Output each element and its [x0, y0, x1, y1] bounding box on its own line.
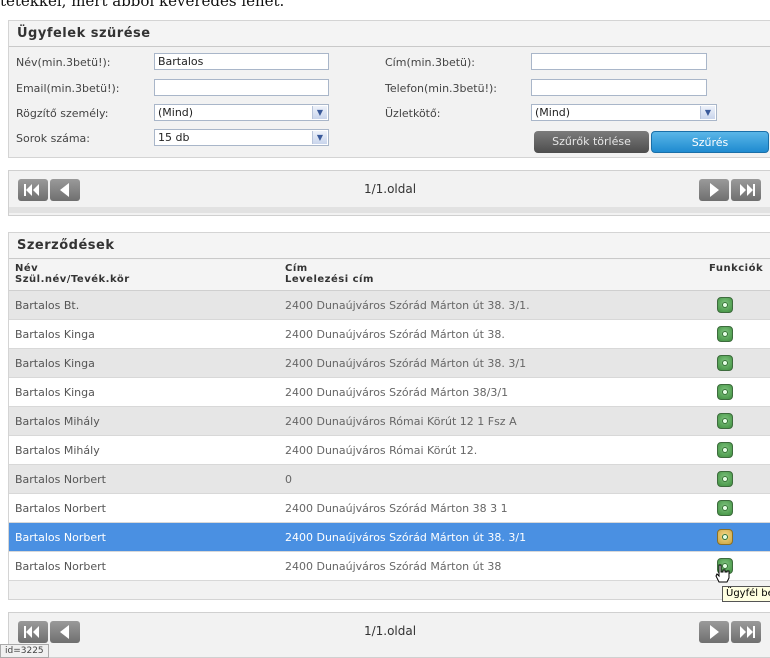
- function-icon[interactable]: [717, 529, 733, 545]
- col-name-title: Név: [15, 263, 39, 274]
- contracts-panel: Szerződések Név Szül.név/Tevék.kör Cím L…: [8, 232, 770, 600]
- status-bar: id=3225: [0, 644, 49, 658]
- filter-row-recorder-contractor: Rögzítő személy: (Mind) ▼ Üzletkötő: (Mi…: [9, 104, 770, 122]
- col-address-subtitle: Levelezési cím: [285, 274, 374, 285]
- table-header: Név Szül.név/Tevék.kör Cím Levelezési cí…: [9, 260, 770, 291]
- filter-row-name-address: Név(min.3betü!): Bartalos Cím(min.3betü)…: [9, 53, 770, 71]
- table-row[interactable]: Bartalos Norbert 2400 Dunaújváros Szórád …: [9, 494, 770, 523]
- rows-label: Sorok száma:: [16, 132, 90, 145]
- function-icon[interactable]: [717, 384, 733, 400]
- last-page-icon[interactable]: [731, 179, 761, 201]
- row-name: Bartalos Norbert: [15, 502, 106, 515]
- table-row[interactable]: Bartalos Bt. 2400 Dunaújváros Szórád Márt…: [9, 291, 770, 320]
- row-address: 2400 Dunaújváros Római Körút 12 1 Fsz A: [285, 415, 517, 428]
- next-page-icon[interactable]: [699, 621, 729, 643]
- name-label: Név(min.3betü!):: [16, 56, 111, 69]
- row-address: 2400 Dunaújváros Szórád Márton út 38: [285, 560, 502, 573]
- row-address: 2400 Dunaújváros Szórád Márton 38 3 1: [285, 502, 508, 515]
- row-name: Bartalos Norbert: [15, 473, 106, 486]
- phone-label: Telefon(min.3betü!):: [385, 82, 497, 95]
- email-label: Email(min.3betü!):: [16, 82, 120, 95]
- col-functions-header: Funkciók: [709, 263, 764, 274]
- row-name: Bartalos Norbert: [15, 560, 106, 573]
- recorder-select-value: (Mind): [158, 106, 194, 119]
- table-row[interactable]: Bartalos Norbert 2400 Dunaújváros Szórád …: [9, 552, 770, 581]
- function-icon[interactable]: [717, 500, 733, 516]
- chevron-down-icon: ▼: [700, 106, 715, 119]
- phone-input[interactable]: [531, 79, 707, 96]
- rows-select-value: 15 db: [158, 131, 190, 144]
- recorder-label: Rögzítő személy:: [16, 107, 109, 120]
- function-icon[interactable]: [717, 326, 733, 342]
- row-address: 2400 Dunaújváros Szórád Márton út 38. 3/…: [285, 357, 527, 370]
- table-row[interactable]: Bartalos Norbert 0: [9, 465, 770, 494]
- chevron-down-icon: ▼: [312, 131, 327, 144]
- filter-button[interactable]: Szűrés: [651, 131, 769, 153]
- hand-cursor-icon: [715, 564, 730, 583]
- pager-bottom: 1/1.oldal: [8, 612, 770, 658]
- col-name-header: Név Szül.név/Tevék.kör: [15, 263, 130, 285]
- address-input[interactable]: [531, 53, 707, 70]
- row-name: Bartalos Mihály: [15, 444, 100, 457]
- row-name: Bartalos Mihály: [15, 415, 100, 428]
- row-name: Bartalos Kinga: [15, 386, 95, 399]
- row-address: 2400 Dunaújváros Szórád Márton út 38.: [285, 328, 505, 341]
- function-tooltip: Ügyfél be: [722, 586, 770, 602]
- function-icon[interactable]: [717, 297, 733, 313]
- row-address: 2400 Dunaújváros Római Körút 12.: [285, 444, 478, 457]
- table-row[interactable]: Bartalos Mihály 2400 Dunaújváros Római Kö…: [9, 436, 770, 465]
- page-indicator: 1/1.oldal: [363, 624, 417, 638]
- clear-filters-button[interactable]: Szűrők törlése: [534, 131, 649, 153]
- function-icon[interactable]: [717, 471, 733, 487]
- next-page-icon[interactable]: [699, 179, 729, 201]
- pager-bottom-bar: 1/1.oldal: [9, 613, 770, 649]
- table-row[interactable]: Bartalos Kinga 2400 Dunaújváros Szórád Má…: [9, 378, 770, 407]
- filter-panel-title: Ügyfelek szürése: [9, 21, 770, 47]
- function-icon[interactable]: [717, 413, 733, 429]
- recorder-select[interactable]: (Mind) ▼: [154, 104, 329, 121]
- row-address: 2400 Dunaújváros Szórád Márton 38/3/1: [285, 386, 509, 399]
- row-name: Bartalos Kinga: [15, 357, 95, 370]
- contracts-panel-title: Szerződések: [9, 233, 770, 259]
- function-icon[interactable]: [717, 355, 733, 371]
- table-row[interactable]: Bartalos Mihály 2400 Dunaújváros Római Kö…: [9, 407, 770, 436]
- table-row[interactable]: Bartalos Norbert 2400 Dunaújváros Szórád …: [9, 523, 770, 552]
- address-label: Cím(min.3betü):: [385, 56, 476, 69]
- contractor-select-value: (Mind): [535, 106, 571, 119]
- chevron-down-icon: ▼: [312, 106, 327, 119]
- col-address-title: Cím: [285, 263, 308, 274]
- page-header-fragment: tetekkel, mert abból keveredés lehet.: [0, 0, 285, 10]
- col-address-header: Cím Levelezési cím: [285, 263, 374, 285]
- page-indicator: 1/1.oldal: [363, 182, 417, 196]
- function-icon[interactable]: [717, 442, 733, 458]
- row-name: Bartalos Norbert: [15, 531, 106, 544]
- name-input[interactable]: Bartalos: [154, 53, 329, 70]
- rows-select[interactable]: 15 db ▼: [154, 129, 329, 146]
- last-page-icon[interactable]: [731, 621, 761, 643]
- contractor-label: Üzletkötő:: [385, 107, 441, 120]
- row-name: Bartalos Bt.: [15, 299, 80, 312]
- contractor-select[interactable]: (Mind) ▼: [531, 104, 717, 121]
- row-name: Bartalos Kinga: [15, 328, 95, 341]
- pager-top: 1/1.oldal: [8, 170, 770, 216]
- row-address: 2400 Dunaújváros Szórád Márton út 38. 3/…: [285, 531, 527, 544]
- table-row[interactable]: Bartalos Kinga 2400 Dunaújváros Szórád Má…: [9, 320, 770, 349]
- filter-panel: Ügyfelek szürése Név(min.3betü!): Bartal…: [8, 20, 770, 158]
- filter-row-email-phone: Email(min.3betü!): Telefon(min.3betü!):: [9, 79, 770, 97]
- row-address: 2400 Dunaújváros Szórád Márton út 38. 3/…: [285, 299, 530, 312]
- pager-top-bar: 1/1.oldal: [9, 171, 770, 213]
- table-row[interactable]: Bartalos Kinga 2400 Dunaújváros Szórád Má…: [9, 349, 770, 378]
- col-name-subtitle: Szül.név/Tevék.kör: [15, 274, 130, 285]
- email-input[interactable]: [154, 79, 329, 96]
- row-address: 0: [285, 473, 292, 486]
